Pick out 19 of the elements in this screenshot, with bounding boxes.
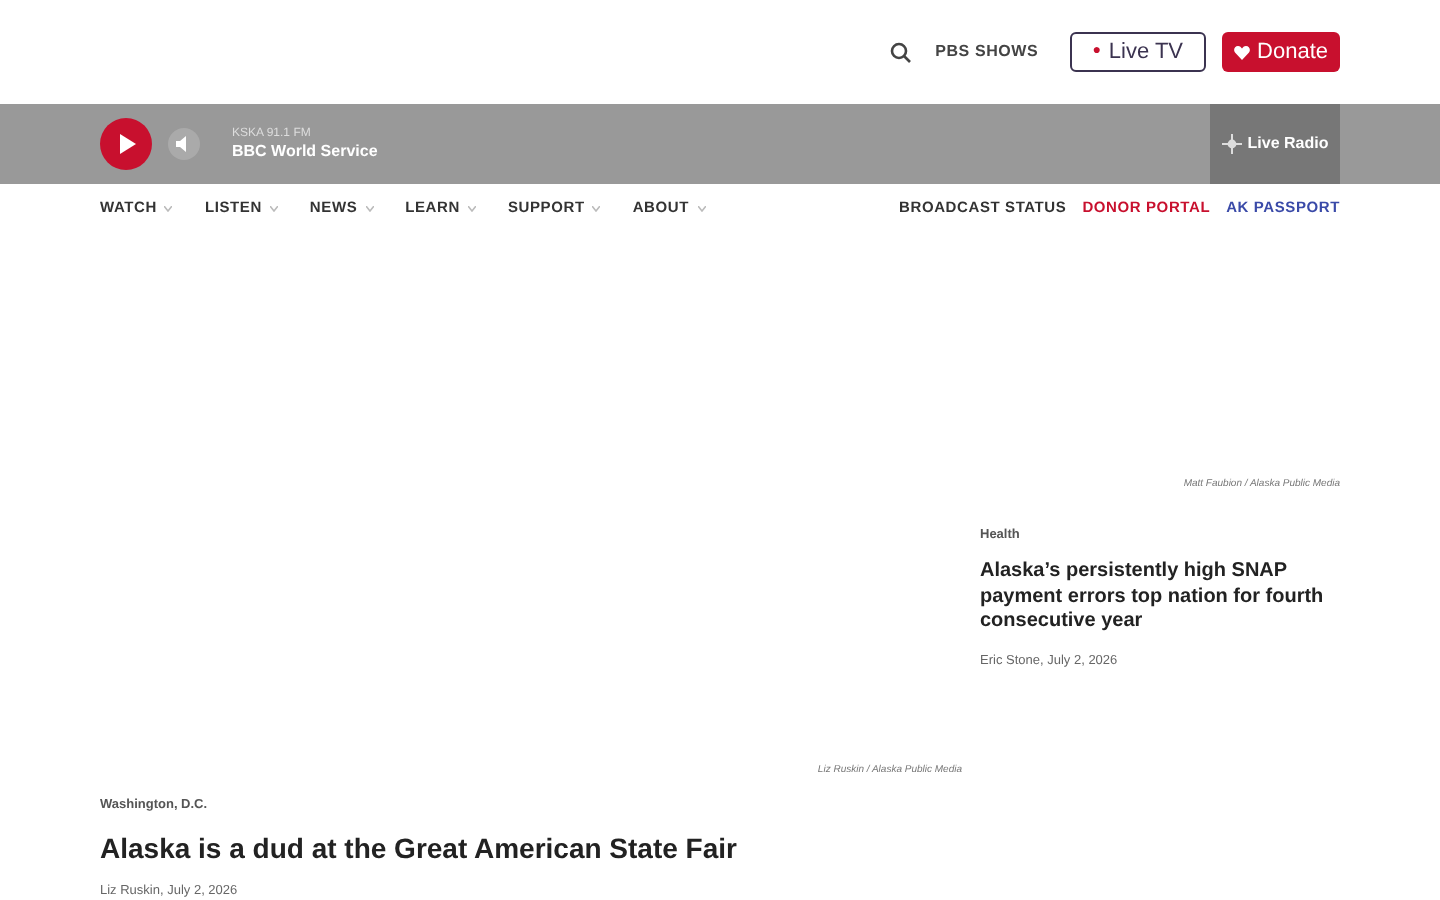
speaker-icon bbox=[176, 136, 192, 152]
program-name: BBC World Service bbox=[232, 142, 378, 162]
caret-icon bbox=[467, 205, 476, 211]
volume-button[interactable] bbox=[168, 128, 200, 160]
caret-icon bbox=[269, 205, 278, 211]
caret-icon bbox=[365, 205, 374, 211]
play-icon bbox=[117, 134, 135, 154]
caret-icon bbox=[592, 205, 601, 211]
donate-button[interactable]: Donate bbox=[1221, 32, 1340, 72]
headline[interactable]: Alaska’s persistently high SNAP payment errors top nation for fourth consecutive year bbox=[980, 560, 1340, 636]
pbs-shows-link[interactable]: PBS SHOWS bbox=[935, 40, 1039, 64]
radio-signal-icon bbox=[1221, 134, 1242, 154]
play-button[interactable] bbox=[100, 118, 152, 170]
headline[interactable]: Alaska is a dud at the Great American State Fair bbox=[100, 830, 962, 867]
caret-icon bbox=[697, 205, 705, 211]
caret-icon bbox=[164, 205, 173, 211]
heart-icon bbox=[1233, 45, 1250, 59]
search-icon[interactable] bbox=[889, 41, 912, 63]
live-radio-button[interactable]: Live Radio bbox=[1210, 104, 1340, 184]
